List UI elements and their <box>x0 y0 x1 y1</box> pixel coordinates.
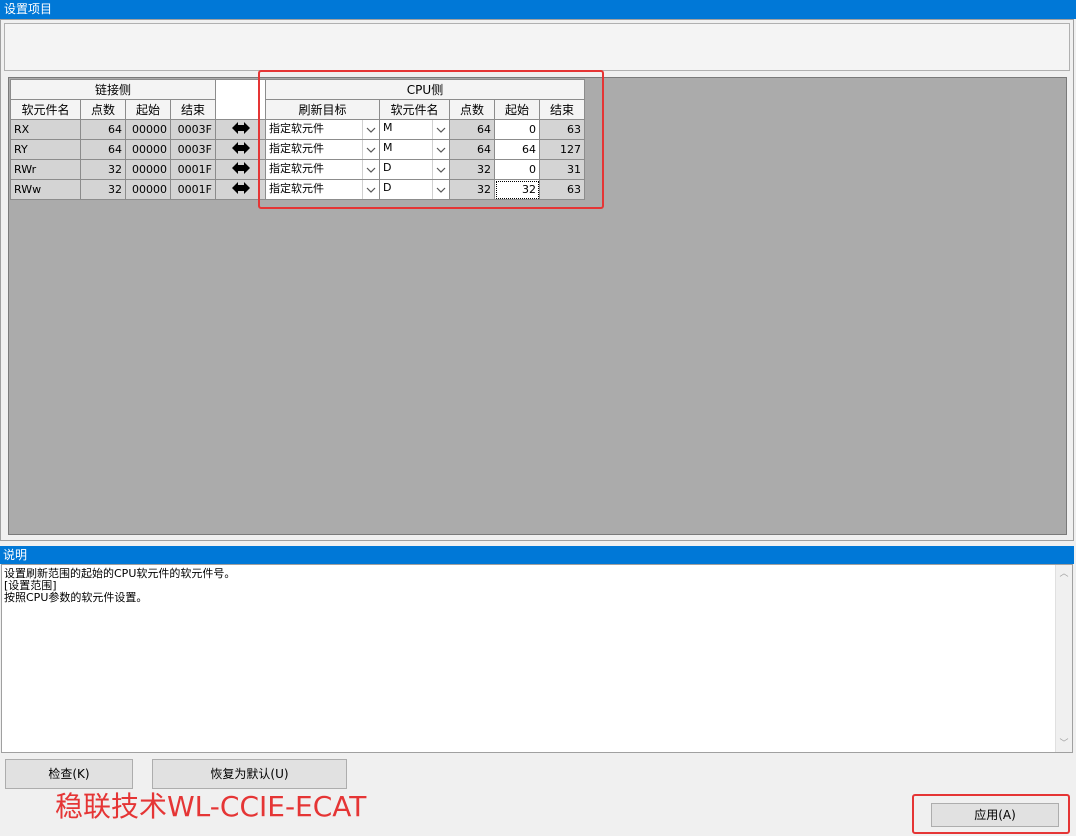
col-header-cpu-start: 起始 <box>494 99 540 120</box>
cpu-device-select[interactable]: D <box>379 159 450 180</box>
col-header-link-start: 起始 <box>125 99 171 120</box>
cpu-device-value: D <box>383 180 392 194</box>
table-row: RWw 32 00000 0001F 指定软元件 D 32 32 63 <box>10 179 585 200</box>
link-end-cell: 0003F <box>170 139 216 160</box>
table-row: RWr 32 00000 0001F 指定软元件 D 32 0 31 <box>10 159 585 180</box>
scroll-up-icon[interactable]: ︿ <box>1056 565 1072 582</box>
watermark-text: 稳联技术WL-CCIE-ECAT <box>55 790 367 823</box>
link-device-cell: RY <box>10 139 81 160</box>
double-arrow-icon <box>231 142 250 154</box>
double-arrow-icon <box>231 122 250 134</box>
spacer-cell <box>215 99 266 120</box>
table-row: RX 64 00000 0003F 指定软元件 M 64 0 63 <box>10 119 585 140</box>
link-end-cell: 0003F <box>170 119 216 140</box>
refresh-target-value: 指定软元件 <box>269 142 324 155</box>
cpu-device-value: D <box>383 160 392 174</box>
cpu-side-header: CPU侧 <box>265 79 585 100</box>
cpu-device-select[interactable]: M <box>379 119 450 140</box>
link-device-cell: RWw <box>10 179 81 200</box>
transfer-arrow-cell <box>215 139 266 160</box>
chevron-down-icon[interactable] <box>362 160 379 179</box>
cpu-device-select[interactable]: M <box>379 139 450 160</box>
link-end-cell: 0001F <box>170 179 216 200</box>
double-arrow-icon <box>231 182 250 194</box>
cpu-start-input[interactable]: 0 <box>494 159 540 180</box>
refresh-table: 链接侧 CPU侧 软元件名 点数 起始 结束 刷新目标 软元件名 点数 起始 结… <box>10 79 585 200</box>
settings-toolbar-strip <box>4 23 1070 71</box>
link-device-cell: RWr <box>10 159 81 180</box>
double-arrow-icon <box>231 162 250 174</box>
chevron-down-icon[interactable] <box>432 160 449 179</box>
col-header-cpu-device: 软元件名 <box>379 99 450 120</box>
cpu-device-value: M <box>383 120 393 134</box>
transfer-arrow-cell <box>215 159 266 180</box>
link-points-cell: 32 <box>80 159 126 180</box>
col-header-refresh-target: 刷新目标 <box>265 99 380 120</box>
cpu-points-cell: 32 <box>449 179 495 200</box>
col-header-cpu-end: 结束 <box>539 99 585 120</box>
description-line: 按照CPU参数的软元件设置。 <box>4 591 148 604</box>
transfer-arrow-cell <box>215 119 266 140</box>
link-device-cell: RX <box>10 119 81 140</box>
cpu-device-value: M <box>383 140 393 154</box>
refresh-target-value: 指定软元件 <box>269 162 324 175</box>
chevron-down-icon[interactable] <box>362 140 379 159</box>
refresh-settings-grid: 链接侧 CPU侧 软元件名 点数 起始 结束 刷新目标 软元件名 点数 起始 结… <box>8 77 1067 535</box>
chevron-down-icon[interactable] <box>362 180 379 199</box>
cpu-points-cell: 64 <box>449 139 495 160</box>
cpu-device-select[interactable]: D <box>379 179 450 200</box>
description-line: [设置范围] <box>4 579 57 592</box>
description-panel: 设置刷新范围的起始的CPU软元件的软元件号。 [设置范围] 按照CPU参数的软元… <box>1 564 1073 753</box>
link-side-header: 链接侧 <box>10 79 216 100</box>
apply-button[interactable]: 应用(A) <box>931 803 1059 827</box>
refresh-target-select[interactable]: 指定软元件 <box>265 179 380 200</box>
cpu-end-cell: 63 <box>539 179 585 200</box>
chevron-down-icon[interactable] <box>362 120 379 139</box>
col-header-cpu-points: 点数 <box>449 99 495 120</box>
refresh-target-value: 指定软元件 <box>269 122 324 135</box>
col-header-link-end: 结束 <box>170 99 216 120</box>
settings-section-title: 设置项目 <box>0 0 1076 19</box>
cpu-points-cell: 64 <box>449 119 495 140</box>
chevron-down-icon[interactable] <box>432 120 449 139</box>
cpu-start-input[interactable]: 32 <box>494 179 540 200</box>
spacer-cell <box>215 79 266 100</box>
refresh-target-select[interactable]: 指定软元件 <box>265 139 380 160</box>
chevron-down-icon[interactable] <box>432 180 449 199</box>
link-end-cell: 0001F <box>170 159 216 180</box>
link-start-cell: 00000 <box>125 159 171 180</box>
refresh-target-value: 指定软元件 <box>269 182 324 195</box>
description-title: 说明 <box>0 546 1074 564</box>
description-line: 设置刷新范围的起始的CPU软元件的软元件号。 <box>4 567 236 580</box>
chevron-down-icon[interactable] <box>432 140 449 159</box>
description-scrollbar[interactable]: ︿ ﹀ <box>1055 565 1072 752</box>
link-points-cell: 64 <box>80 139 126 160</box>
settings-panel: 链接侧 CPU侧 软元件名 点数 起始 结束 刷新目标 软元件名 点数 起始 结… <box>0 19 1074 541</box>
refresh-target-select[interactable]: 指定软元件 <box>265 119 380 140</box>
cpu-start-input[interactable]: 0 <box>494 119 540 140</box>
link-start-cell: 00000 <box>125 179 171 200</box>
table-row: RY 64 00000 0003F 指定软元件 M 64 64 127 <box>10 139 585 160</box>
link-start-cell: 00000 <box>125 119 171 140</box>
cpu-points-cell: 32 <box>449 159 495 180</box>
col-header-link-device: 软元件名 <box>10 99 81 120</box>
link-points-cell: 32 <box>80 179 126 200</box>
cpu-end-cell: 127 <box>539 139 585 160</box>
cpu-end-cell: 63 <box>539 119 585 140</box>
transfer-arrow-cell <box>215 179 266 200</box>
link-points-cell: 64 <box>80 119 126 140</box>
link-start-cell: 00000 <box>125 139 171 160</box>
refresh-target-select[interactable]: 指定软元件 <box>265 159 380 180</box>
cpu-start-input[interactable]: 64 <box>494 139 540 160</box>
scroll-down-icon[interactable]: ﹀ <box>1056 735 1072 752</box>
cpu-end-cell: 31 <box>539 159 585 180</box>
col-header-link-points: 点数 <box>80 99 126 120</box>
